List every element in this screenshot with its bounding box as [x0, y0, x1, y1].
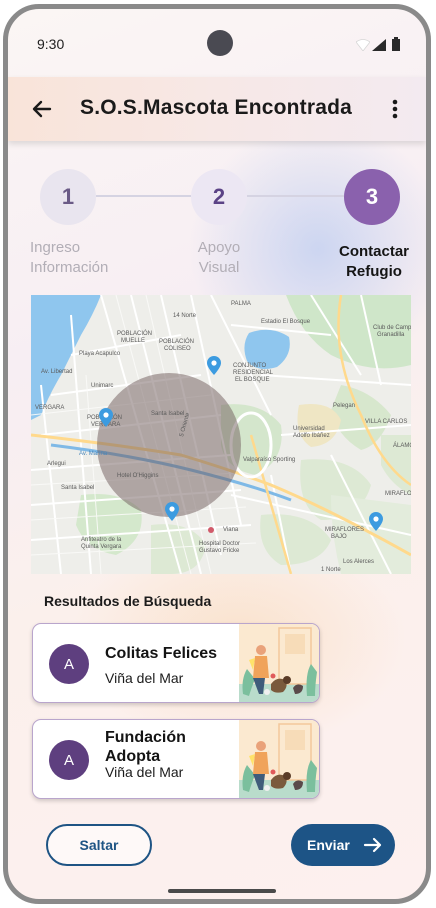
svg-text:COLISEO: COLISEO	[164, 346, 191, 352]
step-2-label-line1: Apoyo	[197, 239, 241, 256]
step-3-label-line2: Refugio	[346, 263, 402, 280]
page-title: S.O.S.Mascota Encontrada	[80, 96, 353, 119]
svg-text:BAJO: BAJO	[331, 534, 347, 540]
svg-text:ÁLAMOS: ÁLAMOS	[393, 442, 411, 449]
svg-text:Santa Isabel: Santa Isabel	[151, 411, 184, 417]
svg-text:Arlegui: Arlegui	[47, 461, 66, 467]
wifi-icon	[356, 39, 370, 51]
arrow-back-icon[interactable]	[30, 97, 54, 121]
svg-text:Los Alerces: Los Alerces	[343, 559, 374, 565]
svg-text:RESIDENCIAL: RESIDENCIAL	[233, 370, 274, 376]
status-bar: 9:30	[8, 9, 426, 79]
stepper-connector	[96, 195, 191, 197]
step-1-label-line1: Ingreso	[30, 239, 81, 256]
svg-text:Quinta Vergara: Quinta Vergara	[81, 544, 122, 550]
send-button[interactable]: Enviar	[291, 824, 395, 866]
app-bar: S.O.S.Mascota Encontrada	[8, 77, 426, 141]
svg-text:Av. Libertad: Av. Libertad	[41, 369, 72, 375]
svg-text:1 Norte: 1 Norte	[321, 567, 341, 573]
svg-text:Gustavo Fricke: Gustavo Fricke	[199, 548, 240, 554]
battery-icon	[392, 37, 400, 51]
svg-text:PALMA: PALMA	[231, 301, 251, 307]
svg-text:MUELLE: MUELLE	[121, 338, 145, 344]
more-vert-icon[interactable]	[388, 97, 402, 121]
card-title: Colitas Felices	[105, 645, 218, 662]
home-indicator[interactable]	[168, 889, 276, 893]
signal-icon	[372, 39, 386, 51]
map-view[interactable]: 14 Norte Estadio El Bosque Club de Campo…	[31, 295, 411, 574]
step-3-indicator[interactable]: 3	[344, 169, 400, 225]
svg-text:Santa Isabel: Santa Isabel	[61, 485, 94, 491]
svg-text:MIRAFLORES: MIRAFLORES	[325, 527, 364, 533]
svg-text:Anfiteatro de la: Anfiteatro de la	[81, 537, 122, 543]
svg-text:Club de Campo: Club de Campo	[373, 325, 411, 331]
card-subtitle: Viña del Mar	[105, 764, 184, 780]
map-pin-icon[interactable]	[207, 356, 221, 375]
svg-text:POBLACIÓN: POBLACIÓN	[117, 330, 152, 337]
svg-text:Valparaíso Sporting: Valparaíso Sporting	[243, 457, 295, 463]
svg-text:Granadilla: Granadilla	[377, 332, 405, 338]
step-2-indicator[interactable]: 2	[191, 169, 247, 225]
card-subtitle: Viña del Mar	[105, 670, 184, 686]
svg-text:MIRAFLO: MIRAFLO	[385, 491, 411, 497]
camera-cutout	[207, 30, 233, 56]
svg-text:CONJUNTO: CONJUNTO	[233, 363, 267, 369]
result-card[interactable]: A Colitas Felices Viña del Mar	[32, 623, 320, 703]
volunteer-with-dogs-illustration	[239, 624, 319, 702]
svg-text:Pelegan: Pelegan	[333, 403, 355, 409]
map-pin-icon[interactable]	[165, 502, 179, 521]
map-canvas[interactable]: 14 Norte Estadio El Bosque Club de Campo…	[31, 295, 411, 574]
svg-text:Hotel O'Higgins: Hotel O'Higgins	[117, 473, 159, 479]
svg-text:Hospital Doctor: Hospital Doctor	[199, 541, 240, 547]
results-heading: Resultados de Búsqueda	[44, 593, 212, 609]
step-1-indicator[interactable]: 1	[40, 169, 96, 225]
step-2-label-line2: Visual	[198, 259, 240, 276]
skip-button[interactable]: Saltar	[46, 824, 152, 866]
svg-text:POBLACIÓN: POBLACIÓN	[159, 338, 194, 345]
result-card[interactable]: A Fundación Adopta Viña del Mar	[32, 719, 320, 799]
status-time: 9:30	[37, 36, 65, 52]
send-button-label: Enviar	[307, 837, 350, 853]
svg-text:Adolfo Ibáñez: Adolfo Ibáñez	[293, 433, 330, 439]
svg-text:Viana: Viana	[223, 527, 239, 533]
svg-text:Av. Marina: Av. Marina	[79, 451, 108, 457]
svg-text:Universidad: Universidad	[293, 426, 325, 432]
svg-text:14 Norte: 14 Norte	[173, 313, 197, 319]
svg-text:Unimarc: Unimarc	[91, 383, 113, 389]
avatar: A	[49, 644, 89, 684]
step-2-label: Apoyo Visual	[184, 238, 254, 278]
card-title: Fundación Adopta	[105, 729, 186, 765]
arrow-right-icon	[363, 837, 382, 853]
svg-text:VERGARA: VERGARA	[35, 405, 64, 411]
stepper-connector	[247, 195, 344, 197]
avatar: A	[49, 740, 89, 780]
svg-text:Playa Acapulco: Playa Acapulco	[79, 351, 121, 357]
phone-frame: 9:30 S.O.S.Mascota Encontrada 1 2 3 Ingr…	[3, 4, 431, 904]
svg-text:VILLA CARLOS: VILLA CARLOS	[365, 419, 407, 425]
step-1-label-line2: Información	[30, 259, 109, 276]
step-1-label: Ingreso Información	[30, 238, 108, 278]
svg-text:Estadio El Bosque: Estadio El Bosque	[261, 319, 311, 325]
volunteer-with-dogs-illustration	[239, 720, 319, 798]
svg-text:EL BOSQUE: EL BOSQUE	[235, 377, 269, 383]
step-3-label-line1: Contactar	[338, 243, 409, 260]
step-3-label: Contactar Refugio	[332, 242, 416, 282]
